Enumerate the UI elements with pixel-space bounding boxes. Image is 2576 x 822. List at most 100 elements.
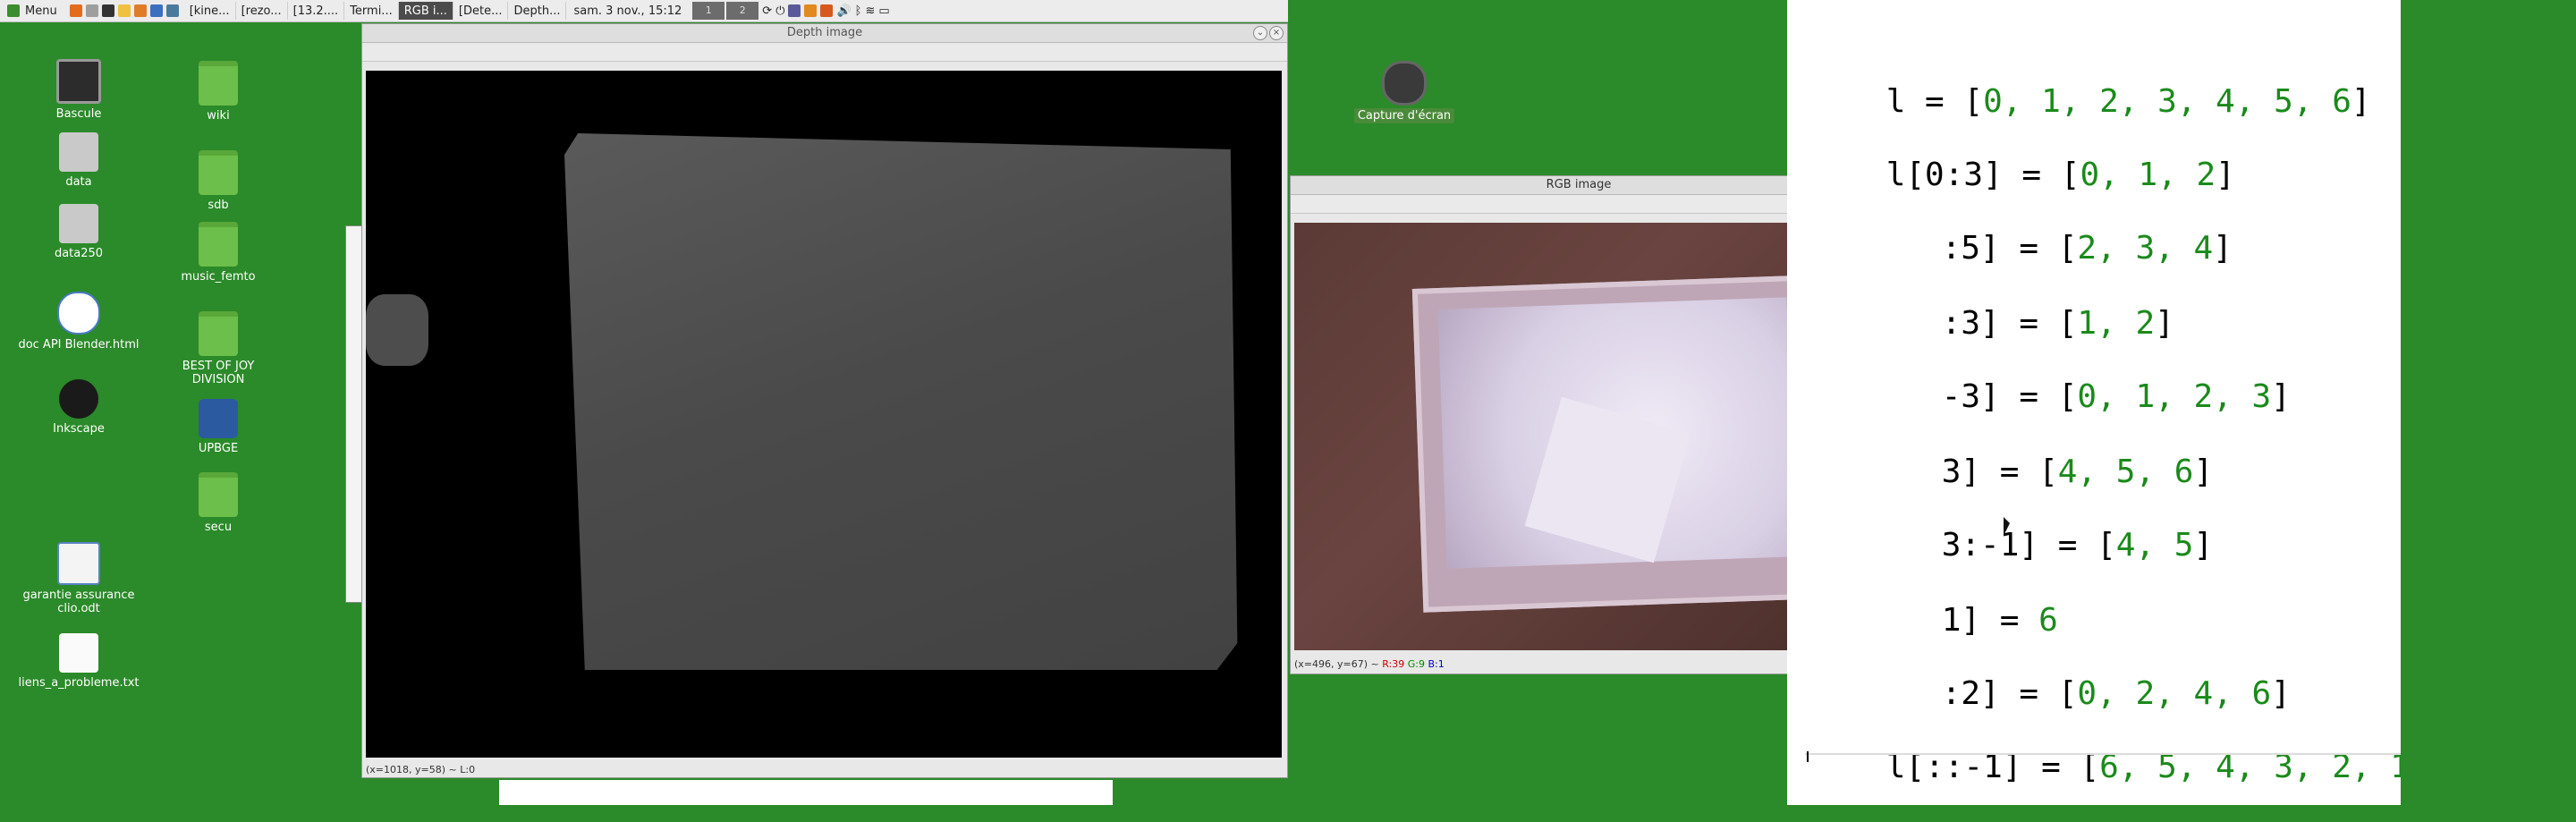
taskbar-window-3[interactable]: Termi... [344,2,399,20]
rgb-window-titlebar[interactable]: RGB image ⌄ × [1291,176,1867,195]
taskbar-window-label: [Dete... [458,4,503,18]
inkscape-icon [59,379,98,419]
tray-app2-icon[interactable] [820,4,834,17]
code-prefix: -3] = [ [1941,378,2078,415]
taskbar-window-label: [13.2.... [292,4,339,18]
wifi-icon[interactable]: ≋ [865,4,875,18]
desktop-icon-inkscape[interactable]: Inkscape [25,379,132,436]
taskbar-window-label: [kine... [189,4,230,18]
depth-window-titlebar[interactable]: Depth image ⌄ × [362,24,1287,43]
desktop-icon-garantie[interactable]: garantie assurance clio.odt [16,542,141,615]
desktop-icon-data250[interactable]: data250 [25,204,132,260]
workspace-2[interactable]: 2 [726,2,759,20]
desktop-icon-label: garantie assurance clio.odt [22,589,135,615]
monitor-icon [56,59,101,104]
clock[interactable]: sam. 3 nov., 15:12 [566,4,689,18]
blender-icon[interactable] [133,4,147,17]
desktop-icon-joy-division[interactable]: BEST OF JOY DIVISION [165,311,272,386]
code-suffix: ] [2155,305,2174,342]
desktop-icon-data[interactable]: data [25,132,132,189]
code-suffix: ] [2271,675,2291,712]
menu-button[interactable]: Menu [0,0,64,21]
bluetooth-icon[interactable]: ᛒ [855,4,862,18]
taskbar-window-6[interactable]: Depth... [508,2,567,20]
code-numbers: 0, 1, 2 [2080,157,2216,193]
refresh-icon[interactable]: ⟳ [762,4,772,18]
desktop-icon-bascule[interactable]: Bascule [25,59,132,121]
current-line-highlight [1805,753,2401,755]
tray-firefox-icon[interactable] [804,4,818,17]
code-prefix: :5] = [ [1941,230,2078,267]
rgb-status-b: B:1 [1428,658,1445,670]
settings-icon[interactable] [149,4,163,17]
disk-icon [59,132,98,172]
code-suffix: ] [2193,527,2214,564]
depth-image-canvas[interactable] [366,71,1282,758]
taskbar-window-1[interactable]: [rezo... [236,2,288,20]
firefox-icon[interactable] [69,4,82,17]
code-prefix: 3:-1] = [ [1941,527,2116,564]
desktop-icon-capture[interactable]: Capture d'écran [1351,61,1458,123]
close-icon[interactable]: × [1269,26,1284,40]
viewer-icon[interactable] [165,4,179,17]
desktop-icon-label: UPBGE [198,442,239,455]
code-prefix: :3] = [ [1941,305,2078,342]
taskbar-window-4[interactable]: RGB i... [398,2,453,20]
code-line-9: l[::-1] = [6, 5, 4, 3, 2, 1, 0] [1809,712,2487,822]
taskbar-window-0[interactable]: [kine... [184,2,236,20]
taskbar-window-5[interactable]: [Dete... [453,2,509,20]
tray-app-icon[interactable] [788,4,801,17]
battery-icon[interactable]: ▭ [878,4,889,18]
mouse-pointer-icon [2004,517,2010,536]
files-icon[interactable] [85,4,98,17]
desktop-icon-doc-api[interactable]: doc API Blender.html [16,292,141,352]
desktop-icon-liens[interactable]: liens_a_probleme.txt [16,633,141,690]
code-prefix: l[0:3] = [ [1885,157,2080,193]
menu-icon [7,4,20,17]
code-prefix: 3] = [ [1941,453,2058,490]
workspace-1[interactable]: 1 [692,2,725,20]
desktop-icon-music-femto[interactable]: music_femto [165,222,272,284]
desktop-icon-label: music_femto [181,270,256,284]
box-region [1411,275,1828,613]
depth-artifact [366,294,428,366]
code-editor[interactable]: l = [0, 1, 2, 3, 4, 5, 6] l[0:3] = [0, 1… [1787,0,2487,805]
folder-icon [199,61,238,106]
desktop-icon-label: Bascule [55,107,102,121]
folder-icon [199,222,238,267]
system-tray: ⟳ ⏻ 🔊 ᛒ ≋ ▭ [758,4,893,18]
rgb-status-r: R:39 [1382,658,1405,670]
desktop-icon-label: Inkscape [53,422,105,436]
disk-icon [59,204,98,243]
code-suffix: ] [2351,83,2371,120]
desktop-icon-upbge[interactable]: UPBGE [165,399,272,455]
window-title: Depth image [786,26,863,39]
taskbar-window-2[interactable]: [13.2.... [288,2,345,20]
rgb-image-canvas[interactable] [1294,223,1865,650]
power-icon[interactable]: ⏻ [775,4,784,18]
rgb-window[interactable]: RGB image ⌄ × (x=496, y=67) ~ R:39 G:9 B… [1290,175,1868,674]
rgb-status-g: G:9 [1407,658,1425,670]
taskbar-window-label: [rezo... [241,4,282,18]
depth-window[interactable]: Depth image ⌄ × (x=1018, y=58) ~ L:0 [361,23,1288,778]
depth-status: (x=1018, y=58) ~ L:0 [366,764,476,775]
app-icon[interactable] [117,4,131,17]
minimize-icon[interactable]: ⌄ [1253,26,1267,40]
document-icon [57,542,100,585]
desktop-icon-sdb[interactable]: sdb [165,150,272,212]
depth-region [564,133,1238,670]
code-prefix: :2] = [ [1941,675,2078,712]
code-suffix: ] [2271,378,2291,415]
terminal-icon[interactable] [101,4,114,17]
code-numbers: 4, 5 [2115,527,2194,564]
text-file-icon [59,633,98,673]
desktop-icon-wiki[interactable]: wiki [165,61,272,123]
launchers [64,4,184,17]
desktop-right-area [2401,0,2576,805]
code-numbers: 0, 1, 2, 3, 4, 5, 6 [1983,83,2351,120]
code-suffix: ] [2193,453,2214,490]
upbge-icon [199,399,238,438]
html-file-icon [57,292,100,335]
volume-icon[interactable]: 🔊 [836,4,851,18]
desktop-icon-secu[interactable]: secu [165,472,272,534]
